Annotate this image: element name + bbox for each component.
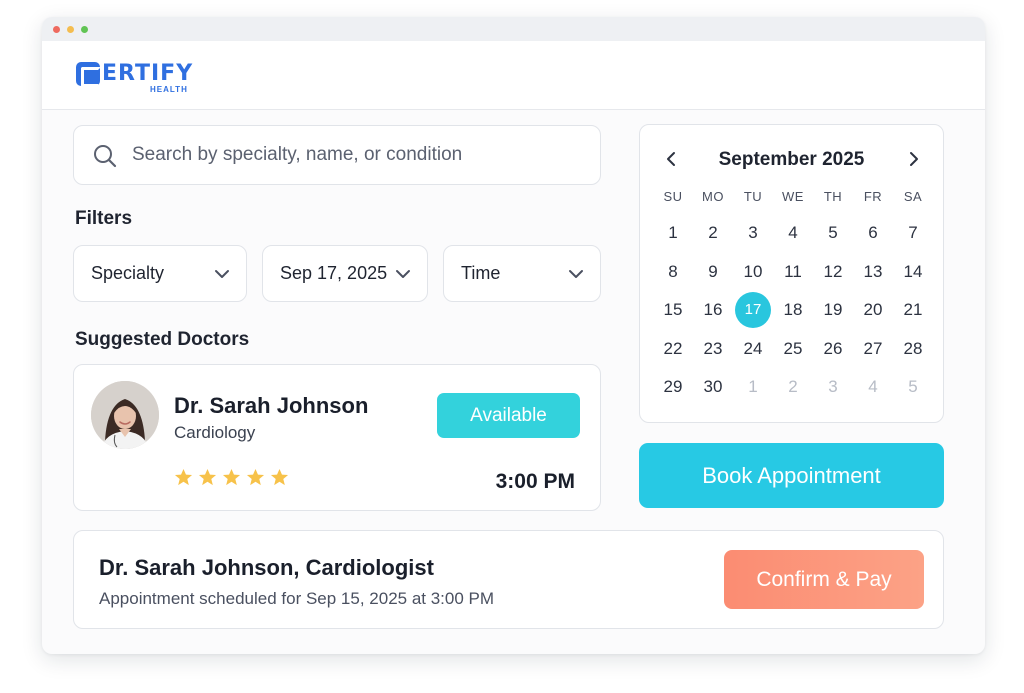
specialty-dropdown[interactable]: Specialty	[73, 245, 247, 302]
logo-mark-icon	[76, 62, 101, 87]
star-icon	[198, 468, 217, 486]
calendar-day[interactable]: 3	[735, 215, 771, 251]
calendar-day[interactable]: 3	[815, 369, 851, 405]
calendar-day[interactable]: 27	[855, 331, 891, 367]
time-dropdown[interactable]: Time	[443, 245, 601, 302]
time-dropdown-label: Time	[461, 263, 501, 283]
star-icon	[270, 468, 289, 486]
calendar-day[interactable]: 29	[655, 369, 691, 405]
calendar-day[interactable]: 11	[775, 254, 811, 290]
calendar-day[interactable]: 6	[855, 215, 891, 251]
doctor-rating	[174, 468, 294, 490]
calendar-day[interactable]: 1	[655, 215, 691, 251]
calendar-day[interactable]: 19	[815, 292, 851, 328]
maximize-window-dot[interactable]	[81, 26, 88, 33]
calendar-day[interactable]: 1	[735, 369, 771, 405]
summary-title: Dr. Sarah Johnson, Cardiologist	[99, 555, 434, 580]
calendar-day[interactable]: 26	[815, 331, 851, 367]
logo-subtitle: HEALTH	[150, 85, 188, 94]
calendar-day[interactable]: 5	[895, 369, 931, 405]
calendar-day[interactable]: 13	[855, 254, 891, 290]
chevron-down-icon	[569, 270, 583, 278]
summary-detail: Appointment scheduled for Sep 15, 2025 a…	[99, 589, 495, 608]
calendar-day[interactable]: 21	[895, 292, 931, 328]
calendar-day[interactable]: 7	[895, 215, 931, 251]
calendar-day[interactable]: 16	[695, 292, 731, 328]
calendar-day[interactable]: 2	[775, 369, 811, 405]
date-dropdown-label: Sep 17, 2025	[280, 263, 388, 283]
calendar-day[interactable]: 2	[695, 215, 731, 251]
search-icon	[94, 145, 117, 168]
calendar-day[interactable]: 25	[775, 331, 811, 367]
date-dropdown[interactable]: Sep 17, 2025	[262, 245, 428, 302]
calendar-day[interactable]: 28	[895, 331, 931, 367]
calendar-day[interactable]: 23	[695, 331, 731, 367]
star-icon	[246, 468, 265, 486]
doctor-avatar	[91, 381, 159, 449]
calendar-day[interactable]: 18	[775, 292, 811, 328]
search-box[interactable]	[73, 125, 601, 185]
calendar-day[interactable]: 30	[695, 369, 731, 405]
calendar-day[interactable]: 24	[735, 331, 771, 367]
search-input[interactable]	[132, 140, 582, 170]
calendar-day[interactable]: 4	[855, 369, 891, 405]
calendar-day[interactable]: 5	[815, 215, 851, 251]
calendar-day[interactable]: 20	[855, 292, 891, 328]
calendar-day[interactable]: 12	[815, 254, 851, 290]
calendar-day[interactable]: 14	[895, 254, 931, 290]
calendar-day[interactable]: 17	[735, 292, 771, 328]
minimize-window-dot[interactable]	[67, 26, 74, 33]
chevron-down-icon	[215, 270, 229, 278]
calendar-day[interactable]: 4	[775, 215, 811, 251]
calendar-day[interactable]: 10	[735, 254, 771, 290]
window-titlebar	[42, 17, 985, 41]
calendar-day[interactable]: 9	[695, 254, 731, 290]
calendar-day[interactable]: 22	[655, 331, 691, 367]
available-button[interactable]: Available	[437, 393, 580, 438]
calendar: September 2025 SU MO TU WE TH FR SA 1 2 3 4 5 6 7 8 9 10…	[639, 124, 944, 423]
star-icon	[222, 468, 241, 486]
calendar-month-title: September 2025	[718, 149, 865, 170]
star-icon	[174, 468, 193, 486]
filters-heading: Filters	[75, 208, 133, 229]
doctor-card[interactable]: Dr. Sarah Johnson Cardiology Available 3…	[73, 364, 601, 511]
close-window-dot[interactable]	[53, 26, 60, 33]
app-window: ERTIFY HEALTH Filters Specialty Sep 17, …	[42, 17, 985, 654]
chevron-down-icon	[396, 270, 410, 278]
doctor-time-slot: 3:00 PM	[495, 470, 575, 493]
weekday-label: TH	[823, 189, 843, 204]
logo-wordmark: ERTIFY	[102, 61, 194, 86]
weekday-label: TU	[743, 189, 763, 204]
confirm-pay-button[interactable]: Confirm & Pay	[724, 550, 924, 609]
calendar-day[interactable]: 15	[655, 292, 691, 328]
weekday-label: SA	[903, 189, 923, 204]
weekday-label: MO	[702, 189, 724, 204]
weekday-label: SU	[663, 189, 683, 204]
weekday-label: WE	[782, 189, 804, 204]
app-header: ERTIFY HEALTH	[42, 41, 985, 110]
appointment-summary: Dr. Sarah Johnson, Cardiologist Appointm…	[73, 530, 944, 629]
doctor-name: Dr. Sarah Johnson	[174, 393, 369, 418]
chevron-right-icon[interactable]	[903, 149, 923, 169]
doctor-specialty: Cardiology	[174, 423, 256, 442]
weekday-label: FR	[863, 189, 883, 204]
book-appointment-button[interactable]: Book Appointment	[639, 443, 944, 508]
specialty-dropdown-label: Specialty	[91, 263, 165, 283]
calendar-day[interactable]: 8	[655, 254, 691, 290]
suggested-doctors-heading: Suggested Doctors	[75, 329, 250, 350]
